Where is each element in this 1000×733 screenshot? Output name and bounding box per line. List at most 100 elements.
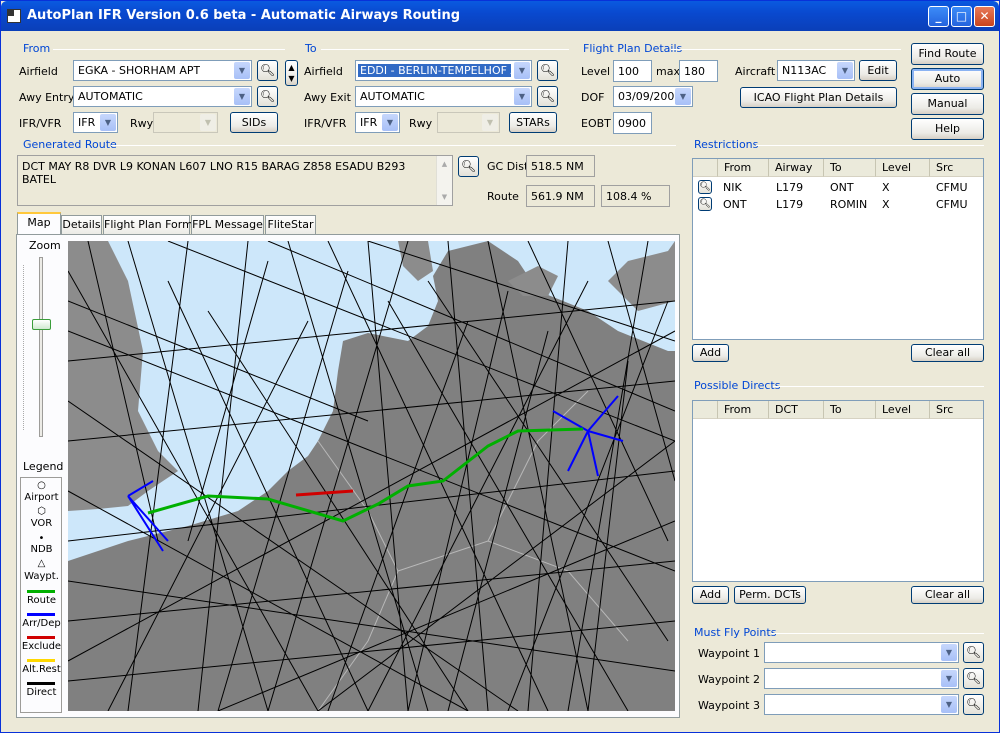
restrictions-col-to[interactable]: To bbox=[824, 159, 876, 177]
from-airfield-select[interactable]: EGKA - SHORHAM APT ▼ bbox=[73, 60, 252, 81]
directs-col-to[interactable]: To bbox=[824, 401, 876, 419]
waypoint2-select[interactable]: ▼ bbox=[764, 668, 959, 689]
sids-button[interactable]: SIDs bbox=[230, 112, 278, 133]
directs-col-from[interactable]: From bbox=[718, 401, 769, 419]
restrictions-col-airway[interactable]: Airway bbox=[769, 159, 824, 177]
manual-button[interactable]: Manual bbox=[911, 93, 984, 115]
waypoint3-search-button[interactable]: 🔍︎ bbox=[963, 694, 984, 715]
level-input[interactable]: 100 bbox=[613, 60, 652, 82]
row-level: X bbox=[882, 181, 890, 194]
maximize-button[interactable]: □ bbox=[951, 6, 972, 27]
waypoint1-select[interactable]: ▼ bbox=[764, 642, 959, 663]
stars-button[interactable]: STARs bbox=[509, 112, 557, 133]
chevron-down-icon[interactable]: ▼ bbox=[100, 114, 116, 131]
to-rwy-select[interactable]: ▼ bbox=[437, 112, 500, 133]
waypoint2-search-button[interactable]: 🔍︎ bbox=[963, 668, 984, 689]
awy-entry-search-button[interactable]: 🔍︎ bbox=[257, 86, 278, 107]
directs-header: Possible Directs bbox=[694, 379, 781, 392]
restrictions-col-level[interactable]: Level bbox=[876, 159, 930, 177]
from-rwy-select[interactable]: ▼ bbox=[153, 112, 218, 133]
chevron-down-icon[interactable]: ▼ bbox=[941, 644, 957, 661]
restrictions-table[interactable]: From Airway To Level Src 🔍︎ NIK L179 ONT… bbox=[692, 158, 984, 340]
max-level-input[interactable]: 180 bbox=[679, 60, 718, 82]
dof-date-picker[interactable]: 03/09/2008 ▼ bbox=[613, 86, 693, 107]
route-dist-value: 561.9 NM bbox=[531, 190, 584, 203]
directs-col-dct[interactable]: DCT bbox=[769, 401, 824, 419]
directs-col-icon[interactable] bbox=[693, 401, 718, 419]
to-ifrvfr-select[interactable]: IFR ▼ bbox=[355, 112, 400, 133]
find-route-button[interactable]: Find Route bbox=[911, 43, 984, 65]
chevron-down-icon: ▼ bbox=[200, 114, 216, 131]
restrictions-add-button[interactable]: Add bbox=[692, 344, 729, 362]
to-airfield-select[interactable]: EDDI - BERLIN-TEMPELHOF APT▼ bbox=[355, 60, 532, 81]
from-airfield-search-button[interactable]: 🔍︎ bbox=[257, 60, 278, 81]
help-button[interactable]: Help bbox=[911, 118, 984, 140]
magnifier-icon[interactable]: 🔍︎ bbox=[698, 180, 712, 194]
directs-table[interactable]: From DCT To Level Src bbox=[692, 400, 984, 582]
directs-add-button[interactable]: Add bbox=[692, 586, 729, 604]
eobt-value: 0900 bbox=[618, 117, 646, 130]
tab-map[interactable]: Map bbox=[17, 212, 61, 235]
legend-vor: VOR bbox=[30, 518, 53, 529]
zoom-slider-thumb[interactable] bbox=[32, 319, 51, 330]
magnifier-icon[interactable]: 🔍︎ bbox=[698, 197, 712, 211]
edit-aircraft-button[interactable]: Edit bbox=[859, 60, 897, 81]
directs-col-level[interactable]: Level bbox=[876, 401, 930, 419]
magnifier-icon: 🔍︎ bbox=[259, 63, 276, 77]
zoom-slider-track bbox=[39, 257, 43, 437]
chevron-down-icon[interactable]: ▼ bbox=[837, 62, 853, 79]
table-row[interactable]: 🔍︎ NIK L179 ONT X CFMU bbox=[693, 179, 983, 196]
awy-exit-search-button[interactable]: 🔍︎ bbox=[537, 86, 558, 107]
zoom-slider[interactable] bbox=[23, 257, 51, 437]
tab-fpl-message[interactable]: FPL Message bbox=[191, 215, 264, 234]
chevron-down-icon[interactable]: ▼ bbox=[514, 62, 530, 79]
to-rwy-label: Rwy bbox=[409, 117, 433, 130]
chevron-down-icon[interactable]: ▼ bbox=[941, 670, 957, 687]
restrictions-clear-button[interactable]: Clear all bbox=[911, 344, 984, 362]
tab-details[interactable]: Details bbox=[61, 215, 102, 234]
directs-col-src[interactable]: Src bbox=[930, 401, 983, 419]
awy-exit-label: Awy Exit bbox=[304, 91, 351, 104]
chevron-down-icon[interactable]: ▼ bbox=[382, 114, 398, 131]
chevron-down-icon[interactable]: ▼ bbox=[234, 88, 250, 105]
close-button[interactable]: ✕ bbox=[974, 6, 995, 27]
waypoint3-select[interactable]: ▼ bbox=[764, 694, 959, 715]
map-canvas[interactable] bbox=[68, 241, 675, 711]
swap-arrows-icon: ▲ ▼ bbox=[288, 63, 295, 83]
tab-flight-plan-form[interactable]: Flight Plan Form bbox=[103, 215, 193, 234]
route-search-button[interactable]: 🔍︎ bbox=[458, 156, 479, 177]
table-row[interactable]: 🔍︎ ONT L179 ROMIN X CFMU bbox=[693, 196, 983, 213]
waypoint1-search-button[interactable]: 🔍︎ bbox=[963, 642, 984, 663]
eobt-input[interactable]: 0900 bbox=[613, 112, 652, 134]
swap-airfields-button[interactable]: ▲ ▼ bbox=[285, 60, 298, 86]
restrictions-col-src[interactable]: Src bbox=[930, 159, 983, 177]
icao-details-button[interactable]: ICAO Flight Plan Details bbox=[740, 87, 897, 108]
chevron-down-icon[interactable]: ▼ bbox=[941, 696, 957, 713]
scroll-up-icon[interactable]: ▲ bbox=[437, 156, 452, 172]
scroll-down-icon[interactable]: ▼ bbox=[437, 189, 452, 205]
max-level-label: max bbox=[656, 65, 680, 78]
tab-flitestar[interactable]: FliteStar bbox=[265, 215, 316, 234]
chevron-down-icon[interactable]: ▼ bbox=[234, 62, 250, 79]
awy-entry-select[interactable]: AUTOMATIC ▼ bbox=[73, 86, 252, 107]
generated-route-textbox[interactable]: DCT MAY R8 DVR L9 KONAN L607 LNO R15 BAR… bbox=[17, 155, 453, 206]
minimize-button[interactable]: _ bbox=[928, 6, 949, 27]
chevron-down-icon[interactable]: ▼ bbox=[514, 88, 530, 105]
from-ifrvfr-select[interactable]: IFR ▼ bbox=[73, 112, 118, 133]
route-scrollbar[interactable]: ▲ ▼ bbox=[436, 156, 452, 205]
chevron-down-icon[interactable]: ▼ bbox=[675, 88, 691, 105]
row-src: CFMU bbox=[936, 181, 968, 194]
generated-route-header: Generated Route bbox=[23, 138, 117, 151]
title-bar[interactable]: AutoPlan IFR Version 0.6 beta - Automati… bbox=[1, 1, 999, 31]
aircraft-select[interactable]: N113AC ▼ bbox=[777, 60, 855, 81]
restrictions-col-icon[interactable] bbox=[693, 159, 718, 177]
restrictions-col-from[interactable]: From bbox=[718, 159, 769, 177]
directs-clear-button[interactable]: Clear all bbox=[911, 586, 984, 604]
mustfly-header: Must Fly Points bbox=[694, 626, 777, 639]
awy-exit-select[interactable]: AUTOMATIC ▼ bbox=[355, 86, 532, 107]
from-airfield-value: EGKA - SHORHAM APT bbox=[78, 64, 201, 77]
perm-dcts-button[interactable]: Perm. DCTs bbox=[734, 586, 806, 604]
auto-button[interactable]: Auto bbox=[911, 68, 984, 90]
legend-direct: Direct bbox=[26, 687, 57, 698]
to-airfield-search-button[interactable]: 🔍︎ bbox=[537, 60, 558, 81]
